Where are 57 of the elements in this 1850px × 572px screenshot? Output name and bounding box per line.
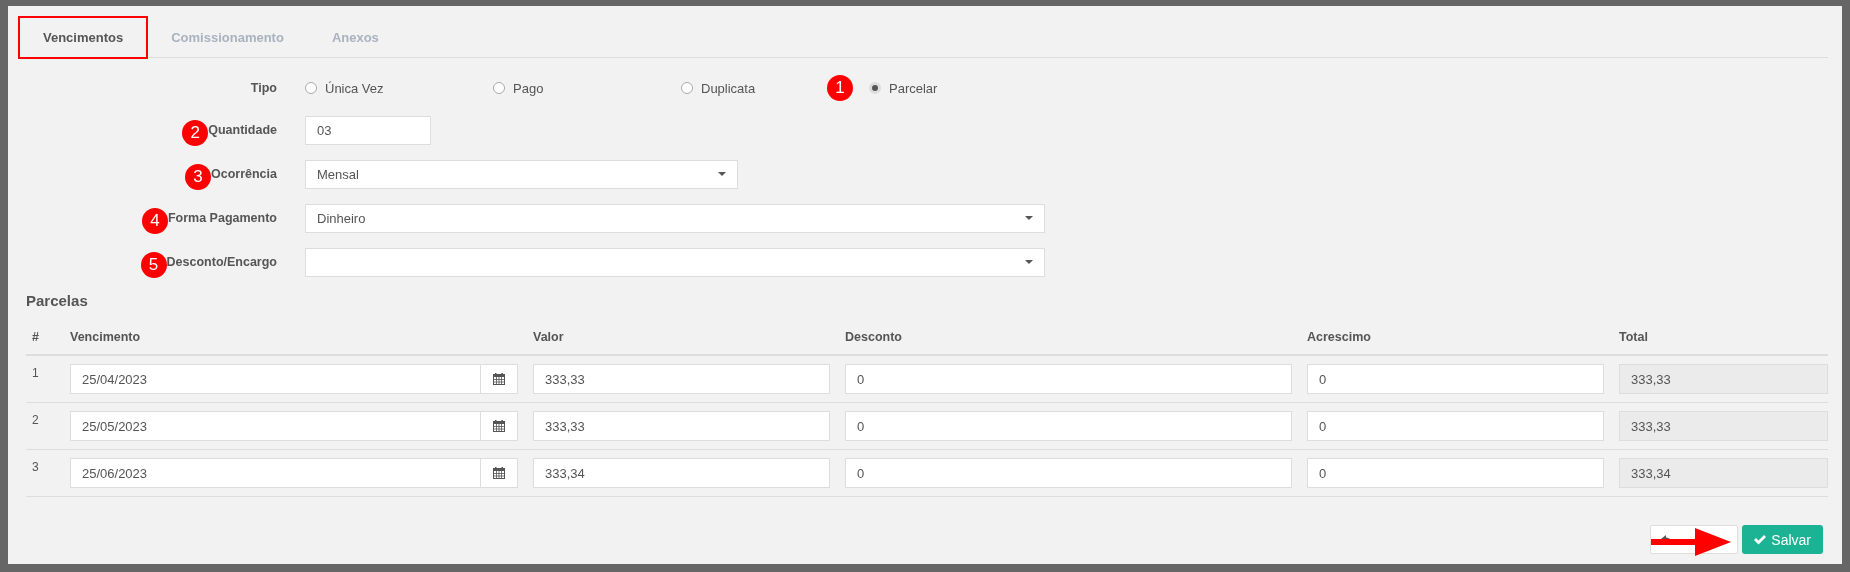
date-field[interactable]: 25/04/2023 [70, 364, 481, 394]
field-label: Forma Pagamento [167, 211, 277, 225]
input-field[interactable]: 333,33 [533, 411, 830, 441]
caret-icon [1025, 216, 1033, 220]
date-field[interactable]: 25/05/2023 [70, 411, 481, 441]
number-badge: 5 [140, 252, 167, 278]
input-field[interactable]: 333,34 [533, 458, 830, 488]
calendar-button[interactable] [481, 411, 518, 441]
check-icon [1754, 534, 1767, 545]
radio-label: Parcelar [889, 80, 938, 96]
radio-button[interactable] [305, 82, 317, 94]
readonly-field: 333,33 [1619, 411, 1828, 441]
column-header: Total [1619, 330, 1649, 344]
section-title: Parcelas [26, 292, 89, 311]
column-header: Vencimento [70, 330, 142, 344]
radio-label: Duplicata [701, 80, 756, 96]
field-label: Tipo [250, 81, 277, 95]
readonly-field: 333,33 [1619, 364, 1828, 394]
date-field[interactable]: 25/06/2023 [70, 458, 481, 488]
input-field[interactable]: 0 [1307, 411, 1604, 441]
column-header: Acrescimo [1307, 330, 1372, 344]
radio-button[interactable] [493, 82, 505, 94]
select-field[interactable]: Mensal [305, 159, 738, 189]
calendar-button[interactable] [481, 458, 518, 488]
number-badge: 2 [182, 120, 209, 146]
number-badge: 4 [141, 208, 168, 234]
select-field[interactable]: Dinheiro [305, 203, 1045, 233]
field-label: Desconto/Encargo [166, 255, 277, 269]
radio-button[interactable] [681, 82, 693, 94]
input-field[interactable]: 333,33 [533, 364, 830, 394]
radio-label: Única Vez [325, 80, 384, 96]
column-header: # [31, 330, 40, 344]
input-field[interactable]: 03 [305, 115, 431, 145]
number-badge: 1 [827, 74, 853, 101]
radio-label: Pago [513, 80, 544, 96]
row-number: 3 [31, 459, 40, 474]
row-number: 2 [31, 412, 40, 427]
caret-icon [718, 172, 726, 176]
input-field[interactable]: 0 [845, 458, 1292, 488]
input-field[interactable]: 0 [845, 411, 1292, 441]
field-label: Ocorrência [211, 167, 277, 181]
calendar-icon [493, 420, 505, 432]
column-header: Desconto [845, 330, 903, 344]
tab[interactable]: Vencimentos [19, 17, 148, 58]
readonly-field: 333,34 [1619, 458, 1828, 488]
input-field[interactable]: 0 [1307, 364, 1604, 394]
select-field[interactable] [305, 247, 1045, 277]
number-badge: 3 [185, 164, 211, 190]
input-field[interactable]: 0 [845, 364, 1292, 394]
calendar-button[interactable] [481, 364, 518, 394]
row-number: 1 [31, 365, 40, 380]
caret-icon [1025, 260, 1033, 264]
input-field[interactable]: 0 [1307, 458, 1604, 488]
field-label: Quantidade [208, 123, 277, 137]
column-header: Valor [533, 330, 565, 344]
calendar-icon [493, 467, 505, 479]
calendar-icon [493, 373, 505, 385]
